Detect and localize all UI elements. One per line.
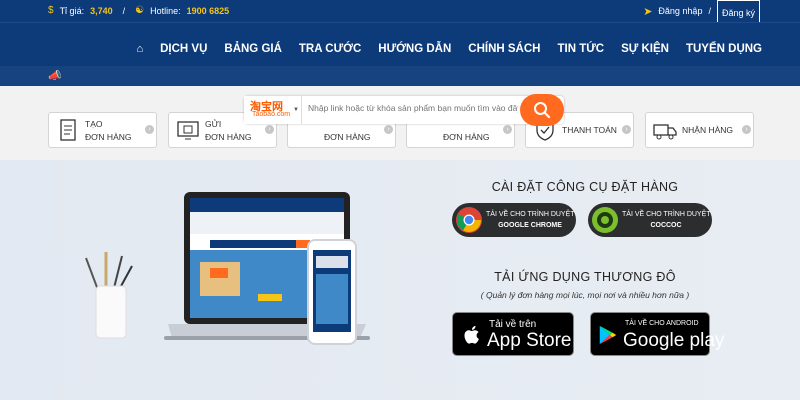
google-play-button[interactable]: TẢI VỀ CHO ANDROID Google play xyxy=(590,312,724,356)
nav-item-events[interactable]: SỰ KIỆN xyxy=(621,43,669,55)
service-label-line1: NHẬN HÀNG xyxy=(682,125,734,135)
login-icon: ➤ xyxy=(643,5,653,18)
chrome-line2: GOOGLE CHROME xyxy=(498,222,562,229)
chrome-line1: TẢI VỀ CHO TRÌNH DUYỆT xyxy=(486,211,575,218)
auth-separator: / xyxy=(708,6,711,16)
product-search: 淘宝网 Taobao.com ▼ xyxy=(244,94,564,126)
service-label-line2: ĐƠN HÀNG xyxy=(85,132,132,142)
announcement-bar: 📣 xyxy=(0,66,800,86)
chrome-icon xyxy=(456,207,482,233)
coccoc-extension-button[interactable]: TẢI VỀ CHO TRÌNH DUYỆT COCCOC xyxy=(588,203,712,237)
apple-icon xyxy=(464,325,479,344)
chrome-extension-button[interactable]: TẢI VỀ CHO TRÌNH DUYỆT GOOGLE CHROME xyxy=(452,203,576,237)
nav-item-policy[interactable]: CHÍNH SÁCH xyxy=(468,43,540,55)
caret-down-icon: ▼ xyxy=(293,107,299,113)
marketplace-selector[interactable]: 淘宝网 Taobao.com ▼ xyxy=(244,96,302,124)
pencil-cup-icon xyxy=(85,252,133,339)
service-label-line2: ĐƠN HÀNG xyxy=(443,132,490,142)
laptop-phone-illustration xyxy=(85,192,370,345)
nav-item-pricing[interactable]: BẢNG GIÁ xyxy=(224,43,282,55)
coccoc-icon xyxy=(592,207,618,233)
login-link[interactable]: Đăng nhập xyxy=(658,6,702,16)
coccoc-line1: TẢI VỀ CHO TRÌNH DUYỆT xyxy=(622,211,711,218)
chevron-right-icon: › xyxy=(742,125,751,134)
chevron-right-icon: › xyxy=(384,125,393,134)
monitor-box-icon xyxy=(177,121,199,140)
apps-subtitle: ( Quản lý đơn hàng mọi lúc, mọi nơi và n… xyxy=(480,290,690,300)
nav-item-fee-lookup[interactable]: TRA CƯỚC xyxy=(299,43,361,55)
tools-title: CÀI ĐẶT CÔNG CỤ ĐẶT HÀNG xyxy=(491,180,679,194)
service-label-line2: ĐƠN HÀNG xyxy=(324,132,371,142)
googleplay-line2: Google play xyxy=(623,330,725,351)
apps-title: TẢI ỨNG DỤNG THƯƠNG ĐÔ xyxy=(494,270,676,284)
dollar-icon: $ xyxy=(48,5,54,16)
nav-item-careers[interactable]: TUYỂN DỤNG xyxy=(686,43,762,55)
app-store-button[interactable]: Tải về trên App Store xyxy=(452,312,574,356)
main-nav: ⌂ DỊCH VỤ BẢNG GIÁ TRA CƯỚC HƯỚNG DẪN CH… xyxy=(0,22,800,66)
megaphone-icon: 📣 xyxy=(48,70,62,82)
delivery-truck-icon xyxy=(653,124,677,140)
chevron-right-icon: › xyxy=(503,125,512,134)
appstore-line1: Tải về trên xyxy=(489,319,537,330)
googleplay-line1: TẢI VỀ CHO ANDROID xyxy=(625,320,699,327)
taobao-url: Taobao.com xyxy=(252,111,291,118)
chevron-right-icon: › xyxy=(622,125,631,134)
home-icon[interactable]: ⌂ xyxy=(136,43,143,55)
search-icon xyxy=(534,102,551,119)
chevron-right-icon: › xyxy=(265,125,274,134)
topbar-separator: / xyxy=(122,5,126,16)
chevron-right-icon: › xyxy=(145,125,154,134)
hotline-value[interactable]: 1900 6825 xyxy=(187,6,230,16)
exchange-rate-label: Tỉ giá: xyxy=(59,5,85,16)
hotline-label: Hotline: xyxy=(150,5,181,16)
service-label-line1: THANH TOÁN xyxy=(562,125,617,135)
service-label-line2: ĐƠN HÀNG xyxy=(205,132,252,142)
headset-icon: ☯ xyxy=(135,5,145,16)
coccoc-line2: COCCOC xyxy=(650,222,682,229)
exchange-rate-value: 3,740 xyxy=(90,5,113,16)
nav-item-news[interactable]: TIN TỨC xyxy=(557,43,604,55)
top-bar: $ Tỉ giá: 3,740 / ☯ Hotline: 1900 6825 ➤… xyxy=(0,0,800,26)
google-play-icon xyxy=(599,325,617,345)
search-input[interactable] xyxy=(308,103,518,113)
nav-item-guide[interactable]: HƯỚNG DẪN xyxy=(378,43,451,55)
service-label-line1: TẠO xyxy=(85,119,103,129)
service-card-receive[interactable]: NHẬN HÀNG › xyxy=(645,112,754,148)
clipboard-icon xyxy=(60,119,76,141)
search-button[interactable] xyxy=(520,94,564,126)
service-label-line1: GỬI xyxy=(205,119,222,129)
service-card-create-order[interactable]: TẠO ĐƠN HÀNG › xyxy=(48,112,157,148)
nav-item-services[interactable]: DỊCH VỤ xyxy=(160,43,207,55)
appstore-line2: App Store xyxy=(487,330,572,351)
